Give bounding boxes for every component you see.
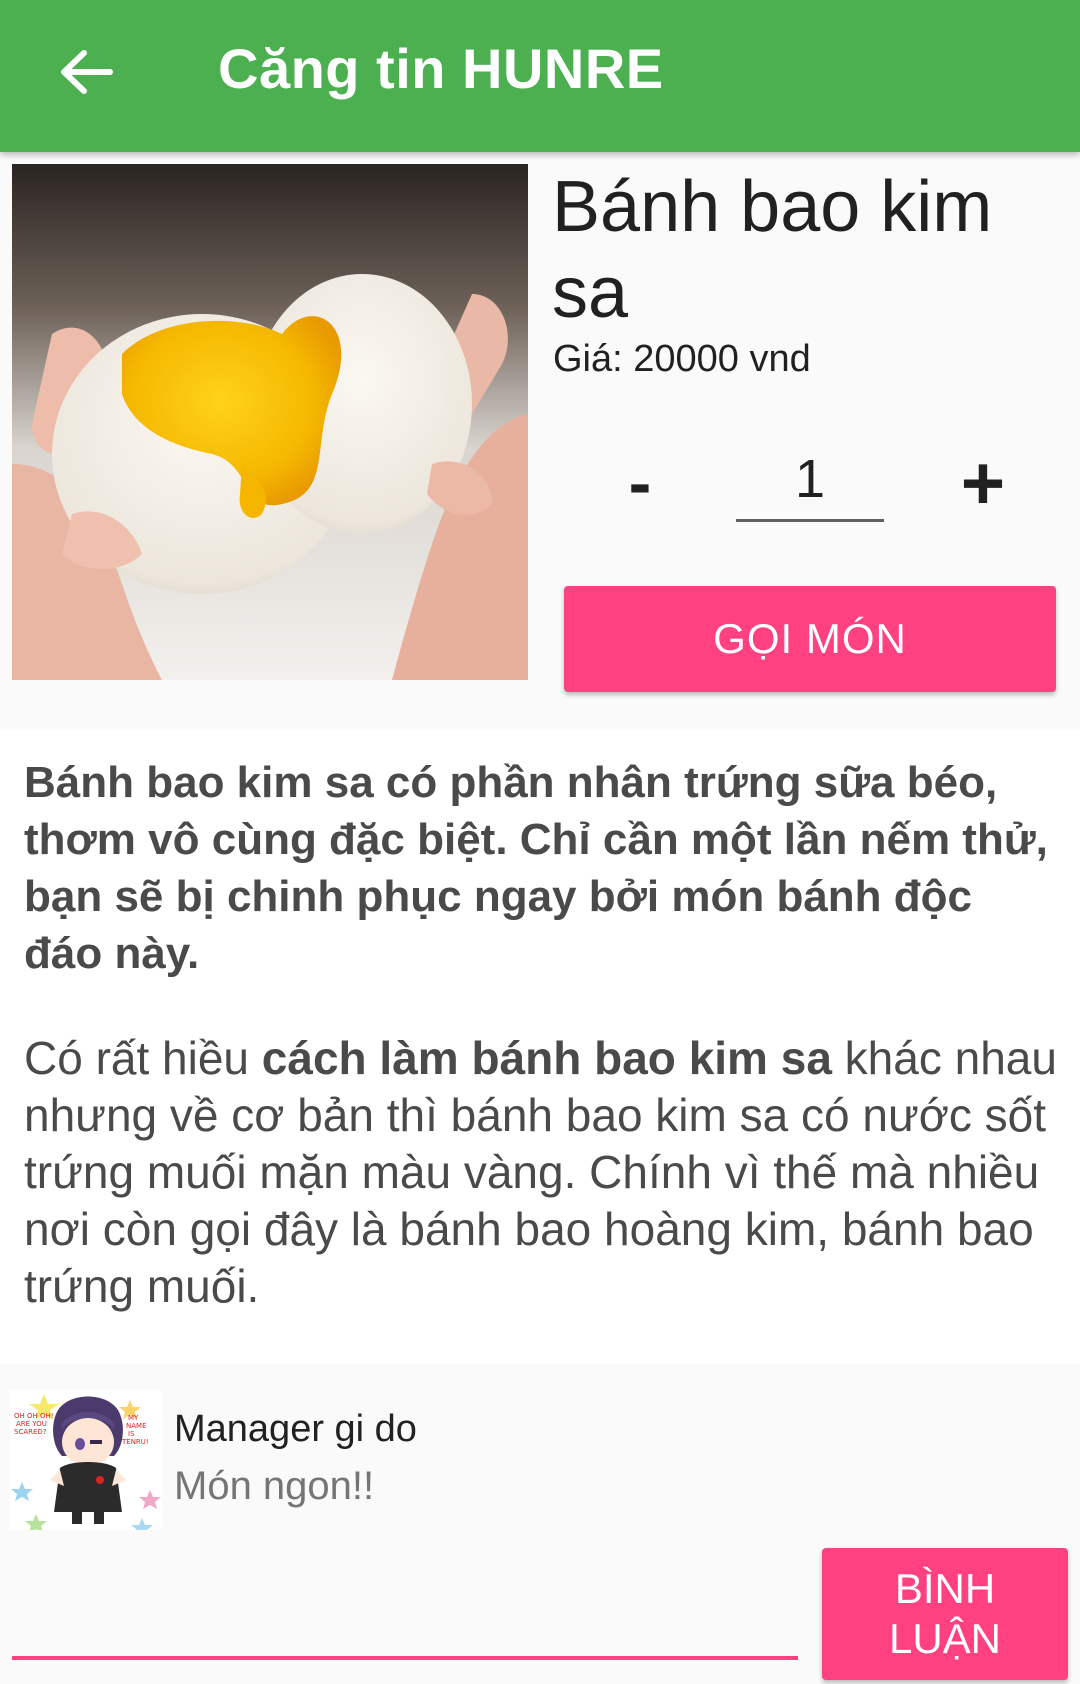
product-name: Bánh bao kim sa <box>552 167 993 333</box>
description-panel: Bánh bao kim sa có phần nhân trứng sữa b… <box>0 730 1080 1364</box>
decrease-quantity-button[interactable]: - <box>610 438 670 528</box>
arrow-left-icon <box>61 50 113 94</box>
submit-comment-button[interactable]: BÌNH LUẬN <box>822 1548 1068 1680</box>
back-button[interactable] <box>44 30 128 114</box>
svg-text:TENRU!: TENRU! <box>121 1438 149 1446</box>
comment-text: Món ngon!! <box>174 1464 375 1508</box>
comment-input[interactable] <box>12 1560 798 1660</box>
description-body: Có rất hiều cách làm bánh bao kim sa khá… <box>24 1030 1059 1315</box>
svg-text:NAME: NAME <box>126 1422 147 1430</box>
svg-text:OH OH OH!: OH OH OH! <box>14 1412 54 1420</box>
order-button[interactable]: GỌI MÓN <box>564 586 1056 692</box>
increase-quantity-button[interactable]: + <box>950 438 1016 528</box>
product-image <box>12 164 528 680</box>
svg-text:MY: MY <box>128 1414 139 1422</box>
svg-text:SCARED?: SCARED? <box>14 1428 47 1436</box>
app-bar: Căng tin HUNRE <box>0 0 1080 152</box>
quantity-field[interactable] <box>736 438 884 522</box>
description-body-prefix: Có rất hiều <box>24 1032 262 1084</box>
description-body-bold: cách làm bánh bao kim sa <box>261 1032 832 1084</box>
product-price: Giá: 20000 vnd <box>553 338 811 380</box>
svg-text:ARE YOU: ARE YOU <box>16 1420 47 1428</box>
description-lead: Bánh bao kim sa có phần nhân trứng sữa b… <box>24 758 1048 978</box>
comment-author: Manager gi do <box>174 1408 417 1450</box>
page-title: Căng tin HUNRE <box>218 37 664 100</box>
svg-text:IS: IS <box>128 1430 135 1438</box>
avatar: OH OH OH! ARE YOU SCARED? MY NAME IS TEN… <box>10 1390 162 1530</box>
